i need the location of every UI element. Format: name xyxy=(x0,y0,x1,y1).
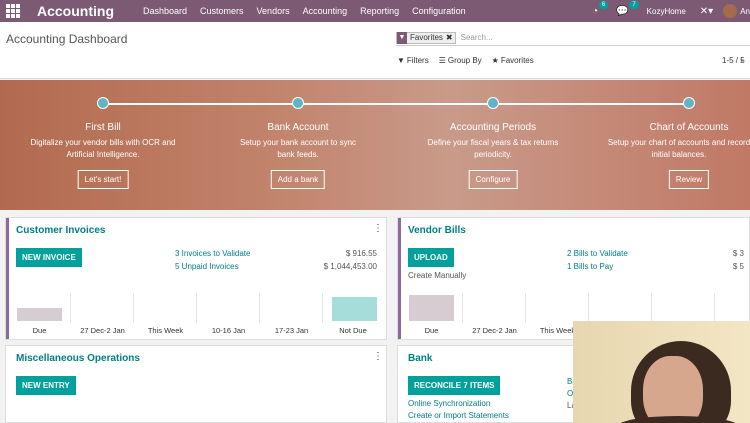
menu-dashboard[interactable]: Dashboard xyxy=(143,6,187,16)
apps-grid-icon[interactable] xyxy=(6,4,20,18)
configure-button[interactable]: Configure xyxy=(468,170,518,189)
bank-title[interactable]: Bank xyxy=(408,353,432,364)
upload-button[interactable]: UPLOAD xyxy=(408,248,454,267)
pager-next-icon[interactable]: › xyxy=(740,55,743,65)
navbar-right: ◔ 6 💬 7 KozyHome ✕▾ An xyxy=(592,0,750,22)
app-brand[interactable]: Accounting xyxy=(37,3,137,19)
customer-invoices-title[interactable]: Customer Invoices xyxy=(16,225,105,236)
step-dot xyxy=(487,97,499,109)
menu-configuration[interactable]: Configuration xyxy=(412,6,466,16)
graph-column xyxy=(197,293,260,323)
online-sync-link[interactable]: Online Synchronization xyxy=(408,399,490,408)
vendor-bills-title[interactable]: Vendor Bills xyxy=(408,225,466,236)
onboarding-progress-line xyxy=(103,103,689,105)
bills-to-pay-amount: $ 5 xyxy=(732,262,744,271)
activity-icon[interactable]: ◔ 6 xyxy=(592,0,609,17)
step-description: Setup your bank account to sync bank fee… xyxy=(239,138,357,159)
step-description: Define your fiscal years & tax returns p… xyxy=(427,138,559,159)
search-facet: ▼ Favorites ✖ xyxy=(396,31,456,44)
graph-label: Due xyxy=(32,326,47,335)
create-manually-link[interactable]: Create Manually xyxy=(408,271,466,280)
search-bar[interactable]: ▼ Favorites ✖ Search... xyxy=(396,30,750,46)
facet-close-icon[interactable]: ✖ xyxy=(446,33,455,42)
top-navbar: Accounting Dashboard Customers Vendors A… xyxy=(0,0,750,22)
bills-to-validate-amount: $ 3 xyxy=(732,249,744,258)
misc-operations-title[interactable]: Miscellaneous Operations xyxy=(16,353,140,364)
graph-label: Not Due xyxy=(339,326,367,335)
graph-bar-due[interactable] xyxy=(409,295,454,321)
new-invoice-button[interactable]: NEW INVOICE xyxy=(16,248,82,267)
new-entry-button[interactable]: NEW ENTRY xyxy=(16,376,76,395)
company-switcher[interactable]: KozyHome xyxy=(647,7,686,16)
facet-label: Favorites xyxy=(410,33,443,42)
favorites-button[interactable]: ★ Favorites xyxy=(492,56,534,65)
create-import-statements-link[interactable]: Create or Import Statements xyxy=(408,411,509,420)
menu-customers[interactable]: Customers xyxy=(200,6,244,16)
graph-label: 10-16 Jan xyxy=(211,326,246,335)
graph-label: 27 Dec-2 Jan xyxy=(472,326,517,335)
step-dot xyxy=(683,97,695,109)
step-description: Digitalize your vendor bills with OCR an… xyxy=(30,138,176,159)
lets-start-button[interactable]: Let's start! xyxy=(77,170,129,189)
bills-to-pay-link[interactable]: 1 Bills to Pay xyxy=(567,262,613,271)
misc-operations-menu-icon[interactable]: ⋮ xyxy=(373,351,383,362)
filters-button[interactable]: ▼ Filters xyxy=(397,56,429,65)
control-panel: Accounting Dashboard ▼ Favorites ✖ Searc… xyxy=(0,22,750,79)
webcam-overlay xyxy=(573,321,750,423)
graph-column xyxy=(71,293,134,323)
step-dot xyxy=(97,97,109,109)
graph-bar-not-due[interactable] xyxy=(332,297,377,321)
group-by-button[interactable]: ☰ Group By xyxy=(439,56,482,65)
bills-to-validate-link[interactable]: 2 Bills to Validate xyxy=(567,249,628,258)
page-title: Accounting Dashboard xyxy=(6,32,128,46)
avatar[interactable] xyxy=(723,4,738,18)
step-title: First Bill xyxy=(85,122,121,133)
graph-bar-due[interactable] xyxy=(17,308,62,321)
graph-label: 27 Dec-2 Jan xyxy=(80,326,125,335)
review-button[interactable]: Review xyxy=(668,170,710,189)
step-title: Chart of Accounts xyxy=(649,122,729,133)
add-bank-button[interactable]: Add a bank xyxy=(270,170,326,189)
messages-icon[interactable]: 💬 7 xyxy=(616,0,639,17)
graph-column xyxy=(589,293,652,323)
list-icon: ☰ xyxy=(438,56,446,65)
unpaid-invoices-link[interactable]: 5 Unpaid Invoices xyxy=(175,262,239,271)
invoices-to-validate-link[interactable]: 3 Invoices to Validate xyxy=(175,249,250,258)
graph-column xyxy=(260,293,323,323)
user-name[interactable]: An xyxy=(740,7,750,16)
graph-column xyxy=(652,293,715,323)
graph-label: This Week xyxy=(147,326,184,335)
presenter-face xyxy=(643,356,703,423)
reconcile-button[interactable]: RECONCILE 7 ITEMS xyxy=(408,376,501,395)
star-icon: ★ xyxy=(491,56,499,65)
unpaid-invoices-amount: $ 1,044,453.00 xyxy=(323,262,377,271)
search-input[interactable]: Search... xyxy=(461,33,493,42)
menu-vendors[interactable]: Vendors xyxy=(257,6,290,16)
activity-badge: 6 xyxy=(598,0,609,9)
graph-column xyxy=(134,293,197,323)
menu-accounting[interactable]: Accounting xyxy=(303,6,348,16)
search-options: ▼ Filters ☰ Group By ★ Favorites xyxy=(397,56,544,65)
filter-icon: ▼ xyxy=(397,56,405,65)
graph-column xyxy=(463,293,526,323)
graph-column xyxy=(526,293,589,323)
step-title: Accounting Periods xyxy=(449,122,537,133)
step-title: Bank Account xyxy=(267,122,329,133)
menu-reporting[interactable]: Reporting xyxy=(360,6,399,16)
graph-label: Due xyxy=(424,326,439,335)
step-description: Setup your chart of accounts and record … xyxy=(607,138,750,159)
step-dot xyxy=(292,97,304,109)
onboarding-banner: First Bill Digitalize your vendor bills … xyxy=(0,80,750,210)
invoices-to-validate-amount: $ 916.55 xyxy=(345,249,377,258)
graph-label: 17-23 Jan xyxy=(274,326,309,335)
messages-badge: 7 xyxy=(629,0,639,9)
filter-facet-icon: ▼ xyxy=(397,31,407,44)
main-menu: Dashboard Customers Vendors Accounting R… xyxy=(143,6,479,16)
debug-tools-icon[interactable]: ✕▾ xyxy=(700,6,713,17)
customer-invoices-menu-icon[interactable]: ⋮ xyxy=(373,223,383,234)
